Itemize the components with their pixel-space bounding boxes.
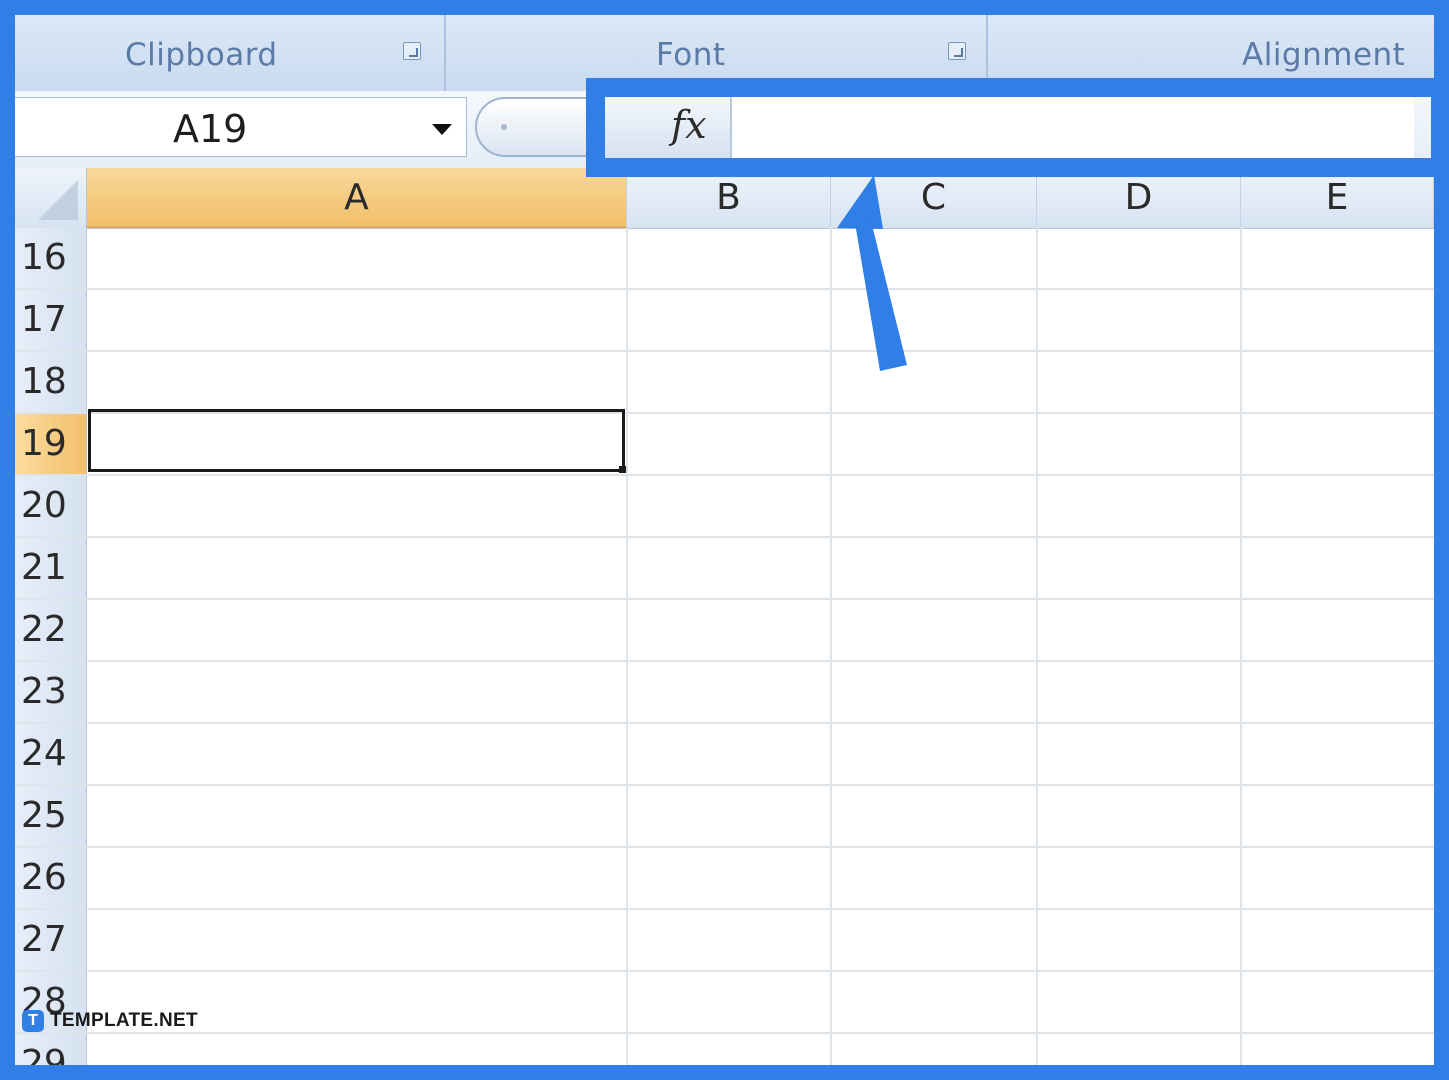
row-header[interactable]: 18 [15,352,87,412]
dialog-launcher-icon[interactable] [403,42,421,60]
annotation-arrow-icon [837,175,907,371]
grid-line [1240,228,1242,1065]
table-row: 26 [15,848,1434,910]
name-box[interactable]: A19 [15,97,467,157]
table-row: 24 [15,724,1434,786]
row-header[interactable]: 27 [15,910,87,970]
row-header[interactable]: 23 [15,662,87,722]
grid-line [830,228,832,1065]
ribbon-group-label: Font [656,37,726,73]
table-row: 28 [15,972,1434,1034]
selected-cell[interactable] [88,409,625,472]
name-box-value: A19 [173,107,248,151]
table-row: 27 [15,910,1434,972]
grid-line [626,228,628,1065]
ribbon-group-clipboard: Clipboard [15,15,446,91]
chevron-down-icon[interactable] [432,124,452,135]
table-row: 22 [15,600,1434,662]
excel-window: Clipboard Font Alignment A19 fx A B C D … [15,15,1434,1065]
row-header[interactable]: 24 [15,724,87,784]
template-net-watermark: T TEMPLATE.NET [22,1010,198,1032]
dialog-launcher-icon[interactable] [948,42,966,60]
table-row: 23 [15,662,1434,724]
row-header[interactable]: 19 [15,414,87,474]
table-row: 20 [15,476,1434,538]
column-header-e[interactable]: E [1241,168,1434,228]
row-header[interactable]: 22 [15,600,87,660]
row-header[interactable]: 16 [15,228,87,288]
column-headers: A B C D E [15,168,1434,229]
fill-handle[interactable] [619,466,626,473]
table-row: 16 [15,228,1434,290]
row-header[interactable]: 25 [15,786,87,846]
column-header-b[interactable]: B [627,168,831,228]
row-header[interactable]: 20 [15,476,87,536]
table-row: 29 [15,1034,1434,1065]
grip-icon [501,124,507,130]
formula-bar-highlight [586,78,1434,177]
table-row: 18 [15,352,1434,414]
template-logo-icon: T [22,1010,44,1032]
table-row: 17 [15,290,1434,352]
column-header-d[interactable]: D [1037,168,1241,228]
ribbon-group-label: Alignment [1242,37,1406,73]
grid-line [1036,228,1038,1065]
row-header[interactable]: 17 [15,290,87,350]
row-header[interactable]: 29 [15,1034,87,1065]
select-all-button[interactable] [15,168,87,228]
watermark-text: TEMPLATE.NET [50,1010,198,1031]
ribbon-group-label: Clipboard [125,37,278,73]
column-header-a[interactable]: A [87,168,627,228]
table-row: 21 [15,538,1434,600]
row-header[interactable]: 26 [15,848,87,908]
row-header[interactable]: 21 [15,538,87,598]
table-row: 25 [15,786,1434,848]
